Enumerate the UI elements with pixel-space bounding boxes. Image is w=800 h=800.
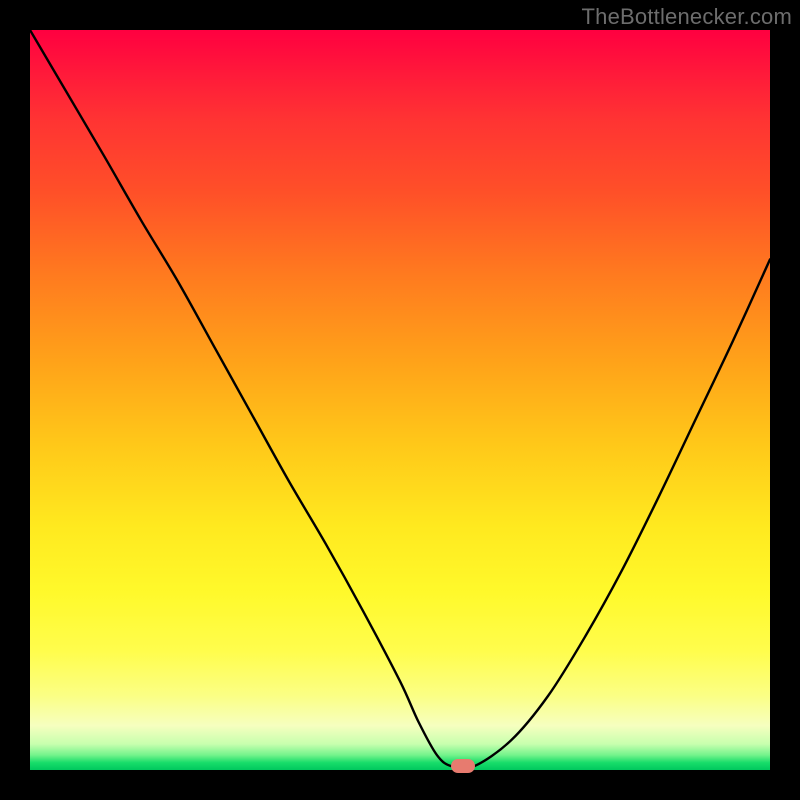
plot-area: [30, 30, 770, 770]
bottleneck-curve: [30, 30, 770, 770]
optimum-marker-icon: [451, 759, 475, 773]
watermark-label: TheBottlenecker.com: [582, 4, 792, 30]
chart-frame: TheBottlenecker.com: [0, 0, 800, 800]
